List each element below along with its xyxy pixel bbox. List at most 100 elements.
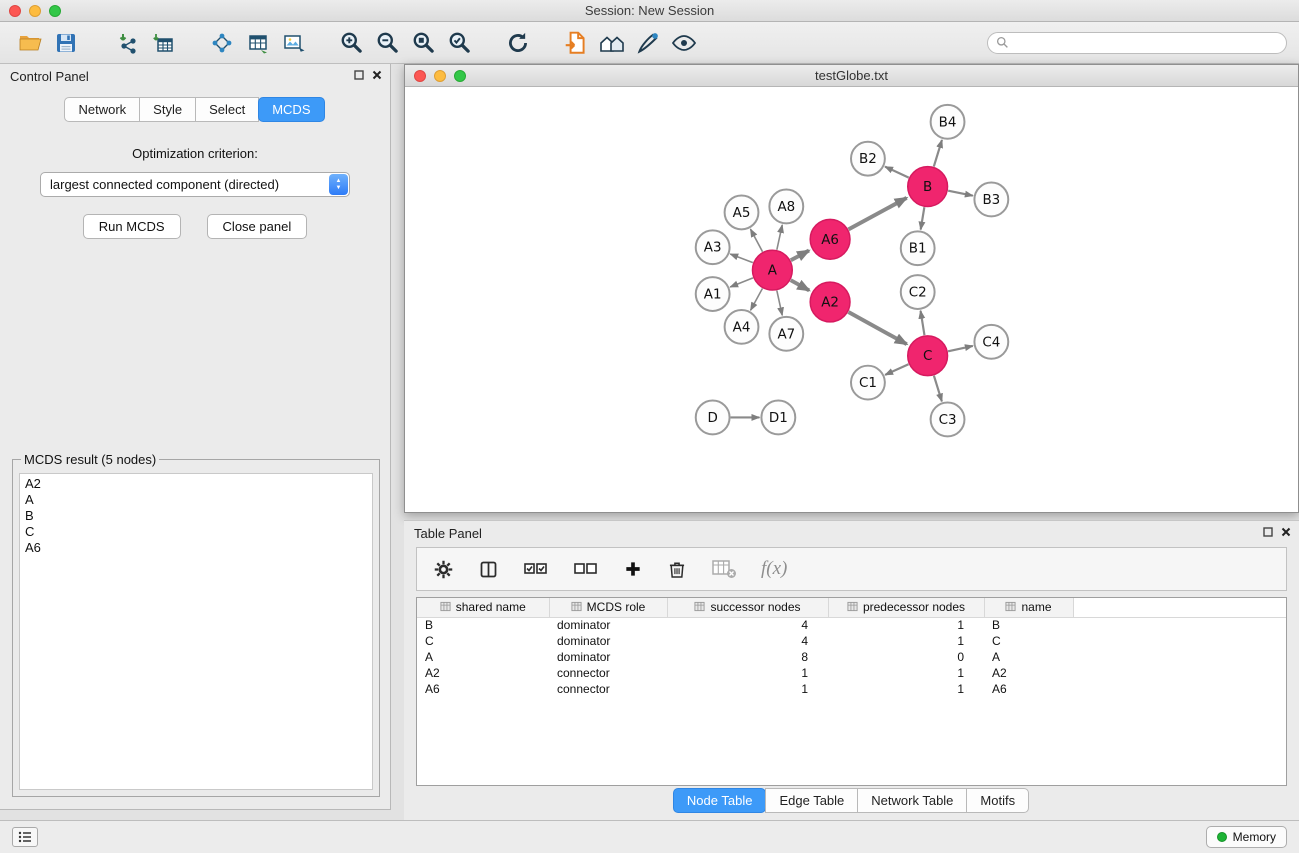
- result-item[interactable]: A: [20, 492, 372, 508]
- select-all-button[interactable]: [523, 559, 549, 579]
- open-session-button[interactable]: [12, 27, 48, 59]
- node-A1[interactable]: A1: [696, 277, 730, 311]
- run-mcds-button[interactable]: Run MCDS: [83, 214, 181, 239]
- zoom-fit-button[interactable]: [406, 27, 442, 59]
- edge-A6-B[interactable]: [849, 198, 907, 229]
- column-visibility-button[interactable]: [478, 559, 499, 580]
- zoom-network-window-button[interactable]: [454, 70, 466, 82]
- import-network-file-button[interactable]: [110, 27, 146, 59]
- zoom-selected-button[interactable]: [442, 27, 478, 59]
- column-header-shared-name[interactable]: shared name: [417, 598, 549, 617]
- export-image-button[interactable]: [276, 27, 312, 59]
- node-D[interactable]: D: [696, 401, 730, 435]
- tab-network-table[interactable]: Network Table: [857, 788, 967, 813]
- node-C3[interactable]: C3: [931, 403, 965, 437]
- first-neighbors-button[interactable]: [594, 27, 630, 59]
- close-panel-button[interactable]: Close panel: [207, 214, 308, 239]
- zoom-out-button[interactable]: [370, 27, 406, 59]
- node-B4[interactable]: B4: [931, 105, 965, 139]
- minimize-network-window-button[interactable]: [434, 70, 446, 82]
- tab-select[interactable]: Select: [195, 97, 259, 122]
- column-header-MCDS-role[interactable]: MCDS role: [549, 598, 667, 617]
- criterion-select[interactable]: largest connected component (directed) ▲…: [40, 172, 350, 197]
- node-B1[interactable]: B1: [901, 231, 935, 265]
- save-session-button[interactable]: [48, 27, 84, 59]
- result-item[interactable]: A2: [20, 476, 372, 492]
- node-B[interactable]: B: [908, 167, 948, 207]
- table-row[interactable]: Bdominator41B: [417, 617, 1286, 633]
- new-network-button[interactable]: [204, 27, 240, 59]
- delete-table-button[interactable]: [711, 558, 737, 580]
- table-row[interactable]: A6connector11A6: [417, 681, 1286, 697]
- result-item[interactable]: B: [20, 508, 372, 524]
- node-C[interactable]: C: [908, 336, 948, 376]
- node-C2[interactable]: C2: [901, 275, 935, 309]
- zoom-window-button[interactable]: [49, 5, 61, 17]
- edge-C-C2[interactable]: [921, 311, 925, 335]
- node-B2[interactable]: B2: [851, 142, 885, 176]
- node-D1[interactable]: D1: [761, 401, 795, 435]
- edge-A-A7[interactable]: [777, 291, 782, 316]
- toolbar-search[interactable]: [987, 32, 1287, 54]
- table-row[interactable]: Cdominator41C: [417, 633, 1286, 649]
- column-header-predecessor-nodes[interactable]: predecessor nodes: [828, 598, 984, 617]
- minimize-window-button[interactable]: [29, 5, 41, 17]
- edge-A-A1[interactable]: [730, 278, 753, 287]
- show-hide-button[interactable]: [666, 27, 702, 59]
- close-network-window-button[interactable]: [414, 70, 426, 82]
- edge-C-C4[interactable]: [948, 346, 973, 351]
- edge-C-C1[interactable]: [885, 364, 908, 375]
- node-A[interactable]: A: [752, 250, 792, 290]
- node-A7[interactable]: A7: [769, 317, 803, 351]
- task-history-button[interactable]: [12, 827, 38, 847]
- search-input[interactable]: [1014, 36, 1278, 50]
- node-C4[interactable]: C4: [974, 325, 1008, 359]
- close-panel-icon[interactable]: [372, 70, 382, 80]
- refresh-button[interactable]: [500, 27, 536, 59]
- edge-A-A3[interactable]: [730, 254, 753, 263]
- float-table-panel-icon[interactable]: [1263, 527, 1273, 537]
- network-window-titlebar[interactable]: testGlobe.txt: [405, 65, 1298, 87]
- add-row-button[interactable]: [623, 559, 643, 579]
- edge-B-B3[interactable]: [948, 191, 973, 196]
- tab-edge-table[interactable]: Edge Table: [765, 788, 858, 813]
- column-header-successor-nodes[interactable]: successor nodes: [667, 598, 828, 617]
- tab-mcds[interactable]: MCDS: [258, 97, 324, 122]
- mcds-result-list[interactable]: A2ABCA6: [19, 473, 373, 790]
- zoom-in-button[interactable]: [334, 27, 370, 59]
- result-item[interactable]: A6: [20, 540, 372, 556]
- float-panel-icon[interactable]: [354, 70, 364, 80]
- edge-A-A6[interactable]: [791, 251, 809, 261]
- tab-motifs[interactable]: Motifs: [966, 788, 1029, 813]
- close-window-button[interactable]: [9, 5, 21, 17]
- table-row[interactable]: A2connector11A2: [417, 665, 1286, 681]
- edge-A2-C[interactable]: [848, 312, 906, 344]
- annotation-button[interactable]: [630, 27, 666, 59]
- function-builder-button[interactable]: f(x): [761, 558, 787, 580]
- edge-A-A2[interactable]: [791, 280, 810, 290]
- node-A3[interactable]: A3: [696, 230, 730, 264]
- node-B3[interactable]: B3: [974, 183, 1008, 217]
- result-item[interactable]: C: [20, 524, 372, 540]
- node-A5[interactable]: A5: [725, 195, 759, 229]
- node-A4[interactable]: A4: [725, 310, 759, 344]
- table-row[interactable]: Adominator80A: [417, 649, 1286, 665]
- edge-B-B4[interactable]: [934, 140, 942, 167]
- node-A2[interactable]: A2: [810, 282, 850, 322]
- edge-A-A5[interactable]: [750, 229, 762, 252]
- tab-network[interactable]: Network: [64, 97, 140, 122]
- node-C1[interactable]: C1: [851, 366, 885, 400]
- edge-B-B1[interactable]: [921, 207, 925, 229]
- table-settings-button[interactable]: [433, 559, 454, 580]
- node-A8[interactable]: A8: [769, 190, 803, 224]
- delete-row-button[interactable]: [667, 559, 687, 580]
- node-A6[interactable]: A6: [810, 219, 850, 259]
- edge-A-A8[interactable]: [777, 225, 782, 250]
- edge-A-A4[interactable]: [751, 288, 763, 310]
- column-header-name[interactable]: name: [984, 598, 1073, 617]
- import-table-file-button[interactable]: [146, 27, 182, 59]
- deselect-all-button[interactable]: [573, 559, 599, 579]
- tab-node-table[interactable]: Node Table: [673, 788, 767, 813]
- close-table-panel-icon[interactable]: [1281, 527, 1291, 537]
- edge-B-B2[interactable]: [885, 167, 909, 178]
